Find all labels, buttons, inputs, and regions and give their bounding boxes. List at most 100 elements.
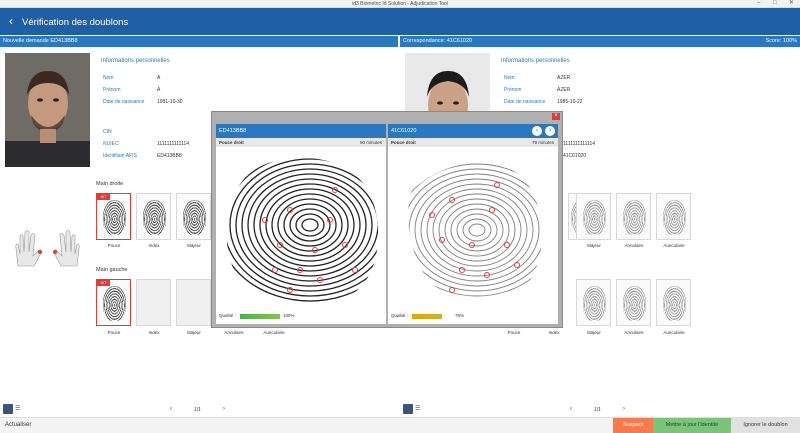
finger-label: Annulaire <box>624 330 644 335</box>
person-icon[interactable] <box>403 404 413 414</box>
fingerprint-image <box>583 200 606 235</box>
applicant-photo <box>5 53 90 167</box>
compare-right-panel: 41C61020 ‹ › Pouce droit 79 minutes Qual… <box>388 124 558 324</box>
quality-value: 75% <box>455 313 465 318</box>
arrow-right-icon[interactable]: › <box>545 126 555 136</box>
list-icon[interactable]: ☰ <box>415 405 420 412</box>
finger-name: Pouce droit <box>219 140 244 145</box>
personal-info-title: Informations personnelles <box>101 58 170 64</box>
finger-label: Auriculaire <box>263 330 285 335</box>
close-dialog-button[interactable]: × <box>552 113 560 120</box>
finger-label: Auriculaire <box>663 330 685 335</box>
chevron-left-icon[interactable]: ‹ <box>9 15 13 27</box>
field-label: CIN <box>103 129 112 135</box>
fingerprint-card[interactable] <box>616 193 651 240</box>
field-label: Date de naissance <box>504 99 546 105</box>
fingerprint-card[interactable]: HIT <box>96 193 131 240</box>
fingerprint-card[interactable] <box>656 279 691 326</box>
minutiae-count: 90 minutes <box>359 140 382 145</box>
quality-label: Qualité : <box>219 313 236 318</box>
prev-page-button[interactable]: ‹ <box>170 406 172 412</box>
fingerprint-card[interactable] <box>176 193 211 240</box>
finger-label: Index <box>148 243 160 248</box>
maximize-button[interactable]: □ <box>773 0 777 7</box>
score-label: Score: 100% <box>765 38 798 44</box>
fingerprint-image <box>103 200 126 235</box>
minutiae-count: 79 minutes <box>531 140 554 145</box>
finger-label: Index <box>548 330 560 335</box>
fingerprint-image <box>143 200 166 235</box>
fingerprint-card[interactable] <box>136 279 171 326</box>
arrow-left-icon[interactable]: ‹ <box>532 126 542 136</box>
next-page-button[interactable]: › <box>623 406 625 412</box>
fingerprint-card[interactable] <box>576 193 611 240</box>
field-label: Identifiant AFIS <box>103 153 137 159</box>
next-page-button[interactable]: › <box>223 406 225 412</box>
field-value: 1981-10-30 <box>157 99 183 105</box>
quality-value: 100% <box>283 313 295 318</box>
fingerprint-left-image <box>226 157 379 302</box>
field-value: AZER <box>557 75 571 81</box>
new-request-label: Nouvelle demande ED413BB8 <box>3 38 78 44</box>
finger-label: Pouce <box>107 330 121 335</box>
compare-left-id: ED413BB8 <box>216 124 386 138</box>
refresh-button[interactable]: Actualiser <box>5 422 31 428</box>
new-request-bar: Nouvelle demande ED413BB8 <box>0 36 398 47</box>
field-value: 1985-10-22 <box>557 99 583 105</box>
fingerprint-card[interactable] <box>136 193 171 240</box>
fingerprint-image <box>183 200 206 235</box>
fingerprint-card[interactable]: HIT <box>96 279 131 326</box>
window-titlebar: id3 Biometric Id Solution - Adjudication… <box>0 0 800 8</box>
quality-label: Qualité : <box>391 313 408 318</box>
hit-badge: HIT <box>97 194 110 200</box>
finger-label: Index <box>148 330 160 335</box>
compare-left-panel: ED413BB8 Pouce droit 90 minutes Qualité … <box>216 124 386 324</box>
field-value: AZER <box>557 87 571 93</box>
minimize-button[interactable]: – <box>757 0 760 7</box>
page-indicator: 1/1 <box>194 407 201 413</box>
fingerprint-image <box>663 200 686 235</box>
field-value: 41C61020 <box>563 153 587 159</box>
match-label: Correspondance: 41C61020 <box>403 38 473 44</box>
hit-badge: HIT <box>97 280 110 286</box>
hands-diagram <box>15 230 80 267</box>
compare-right-subheader: Pouce droit 79 minutes <box>388 138 558 147</box>
fingerprint-image <box>663 286 686 321</box>
field-label: Nom <box>103 75 114 81</box>
finger-label: Pouce <box>107 243 121 248</box>
prev-page-button[interactable]: ‹ <box>570 406 572 412</box>
field-value: A <box>157 75 161 81</box>
field-value: 1111111111114 <box>563 141 596 147</box>
fingerprint-image <box>623 286 646 321</box>
suspect-button[interactable]: Suspect <box>613 418 653 433</box>
fingerprint-image <box>583 286 606 321</box>
fingerprint-image <box>623 200 646 235</box>
update-identity-button[interactable]: Mettre à jour l'identité <box>653 418 731 433</box>
compare-left-subheader: Pouce droit 90 minutes <box>216 138 386 147</box>
list-icon[interactable]: ☰ <box>15 405 20 412</box>
close-window-button[interactable]: ✕ <box>789 0 794 7</box>
finger-label: Majeur <box>187 243 201 248</box>
app-header: ‹ Vérification des doublons <box>0 8 800 35</box>
field-label: Date de naissance <box>103 99 145 105</box>
ignore-duplicate-button[interactable]: Ignorer le doublon <box>731 418 800 433</box>
fingerprint-card[interactable] <box>616 279 651 326</box>
field-value: ED413BB8 <box>157 153 182 159</box>
left-hand-title: Main gauche <box>96 267 128 273</box>
person-icon[interactable] <box>3 404 13 414</box>
window-title: id3 Biometric Id Solution - Adjudication… <box>352 1 448 7</box>
match-info-title: Informations personnelles <box>501 58 570 64</box>
fingerprint-card[interactable] <box>576 279 611 326</box>
field-value: 1111111111114 <box>157 141 190 147</box>
finger-label: Annulaire <box>224 330 244 335</box>
page-indicator: 1/1 <box>594 407 601 413</box>
fingerprint-card[interactable] <box>176 279 211 326</box>
field-value: A <box>157 87 161 93</box>
field-label: Prénom <box>504 87 522 93</box>
field-label: NUIEC <box>103 141 119 147</box>
finger-label: Annulaire <box>624 243 644 248</box>
field-label: Nom <box>504 75 515 81</box>
field-label: Prénom <box>103 87 121 93</box>
finger-label: Majeur <box>587 330 601 335</box>
fingerprint-card[interactable] <box>656 193 691 240</box>
